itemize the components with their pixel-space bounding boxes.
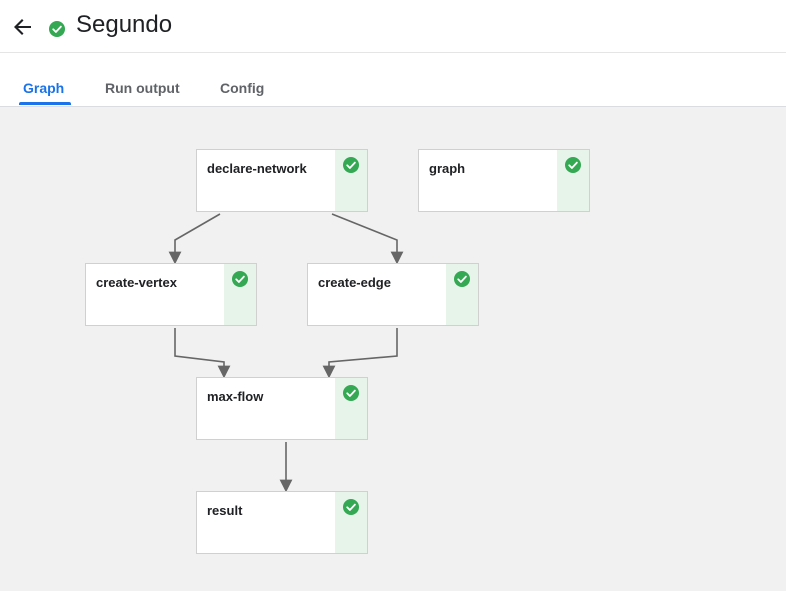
check-circle-icon — [49, 21, 65, 37]
run-header: Segundo — [0, 0, 786, 53]
node-status-panel — [335, 492, 367, 553]
back-button[interactable] — [8, 12, 38, 42]
edge-create-vertex-max-flow — [174, 328, 231, 379]
node-label: result — [207, 503, 243, 518]
edge-declare-network-create-vertex — [168, 213, 221, 265]
node-status-panel — [557, 150, 589, 211]
edge-create-edge-max-flow — [322, 328, 398, 379]
graph-node-create-edge[interactable]: create-edge — [307, 263, 479, 326]
check-circle-icon — [454, 271, 470, 287]
node-label: create-vertex — [96, 275, 177, 290]
node-status-panel — [446, 264, 478, 325]
node-label: graph — [429, 161, 466, 176]
graph-node-declare-network[interactable]: declare-network — [196, 149, 368, 212]
tab-graph[interactable]: Graph — [23, 80, 64, 96]
node-label: create-edge — [318, 275, 391, 290]
node-status-panel — [335, 150, 367, 211]
node-status-panel — [335, 378, 367, 439]
node-status-panel — [224, 264, 256, 325]
edge-declare-network-create-edge — [331, 213, 404, 265]
node-label: declare-network — [207, 161, 307, 176]
active-tab-indicator — [19, 102, 71, 105]
tab-bar: Graph Run output Config — [0, 53, 786, 107]
page-title: Segundo — [76, 11, 173, 38]
graph-node-create-vertex[interactable]: create-vertex — [85, 263, 257, 326]
tab-config[interactable]: Config — [220, 80, 264, 96]
check-circle-icon — [343, 499, 359, 515]
graph-node-max-flow[interactable]: max-flow — [196, 377, 368, 440]
check-circle-icon — [343, 157, 359, 173]
tab-run-output[interactable]: Run output — [105, 80, 180, 96]
graph-node-result[interactable]: result — [196, 491, 368, 554]
check-circle-icon — [565, 157, 581, 173]
check-circle-icon — [343, 385, 359, 401]
node-label: max-flow — [207, 389, 264, 404]
graph-edges — [168, 213, 404, 493]
arrow-back-icon — [14, 19, 31, 35]
graph-node-graph[interactable]: graph — [418, 149, 590, 212]
graph-canvas[interactable]: declare-network graph create-vertex crea… — [0, 107, 786, 591]
check-circle-icon — [232, 271, 248, 287]
